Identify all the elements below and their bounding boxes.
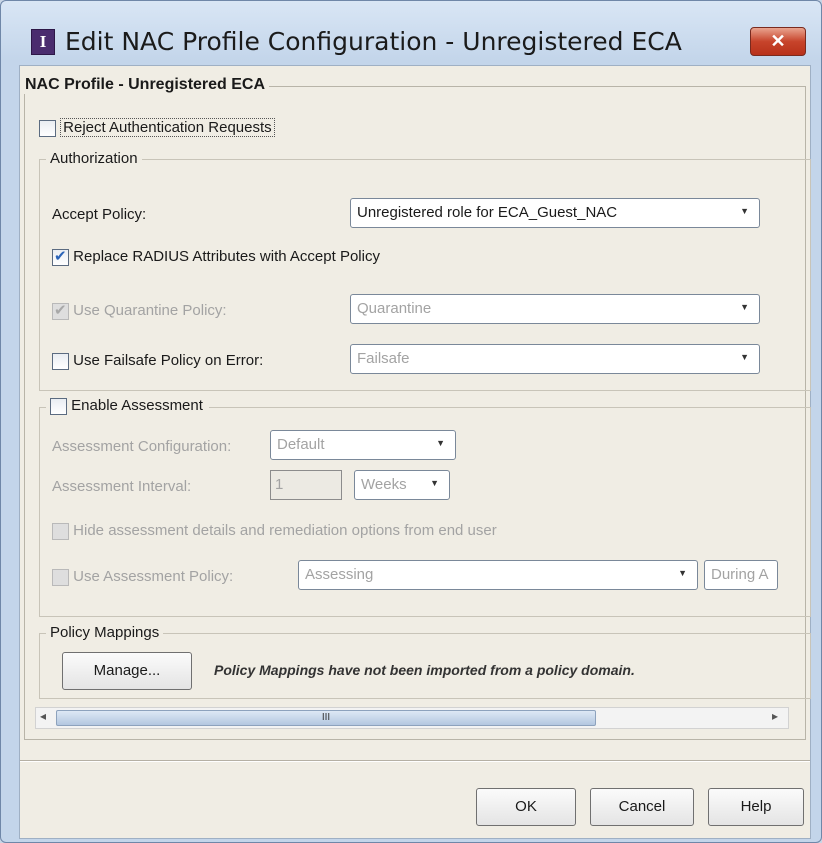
chevron-down-icon: ▼ (740, 302, 749, 312)
scroll-right-icon[interactable]: ▸ (772, 709, 778, 723)
assessment-policy-timing-select[interactable]: During A (704, 560, 778, 590)
assessment-policy-select[interactable]: Assessing ▼ (298, 560, 698, 590)
nac-profile-legend: NAC Profile - Unregistered ECA (21, 76, 270, 94)
chevron-down-icon: ▼ (678, 568, 687, 578)
failsafe-checkbox[interactable] (52, 352, 69, 370)
assessment-policy-timing-value: During A (711, 566, 769, 583)
reject-checkbox[interactable] (39, 119, 56, 137)
policy-mappings-note: Policy Mappings have not been imported f… (214, 662, 635, 678)
enable-assessment-row[interactable]: Enable Assessment (46, 397, 209, 415)
policy-mappings-group: Policy Mappings Manage... Policy Mapping… (39, 624, 811, 699)
policy-mappings-legend: Policy Mappings (46, 624, 164, 641)
cancel-button[interactable]: Cancel (590, 788, 694, 826)
help-button[interactable]: Help (708, 788, 804, 826)
assessment-config-select[interactable]: Default ▼ (270, 430, 456, 460)
dialog-body: NAC Profile - Unregistered ECA Reject Au… (19, 65, 811, 839)
footer-divider (20, 760, 810, 762)
scroll-grip-icon: III (321, 712, 331, 723)
app-icon: I (31, 29, 55, 55)
assessment-policy-label: Use Assessment Policy: (73, 568, 234, 585)
chevron-down-icon: ▼ (436, 438, 445, 448)
failsafe-select[interactable]: Failsafe ▼ (350, 344, 760, 374)
hide-details-checkbox[interactable] (52, 522, 69, 540)
horizontal-scrollbar[interactable]: ◂ III ▸ (35, 707, 789, 729)
failsafe-value: Failsafe (357, 350, 410, 367)
quarantine-row[interactable]: Use Quarantine Policy: (52, 301, 227, 320)
assessment-interval-label: Assessment Interval: (52, 478, 192, 495)
replace-radius-label: Replace RADIUS Attributes with Accept Po… (73, 248, 380, 265)
accept-policy-value: Unregistered role for ECA_Guest_NAC (357, 204, 618, 221)
nac-profile-group: NAC Profile - Unregistered ECA Reject Au… (21, 76, 811, 740)
scroll-thumb[interactable]: III (56, 710, 596, 726)
reject-row[interactable]: Reject Authentication Requests (39, 118, 275, 137)
assessment-config-value: Default (277, 436, 325, 453)
quarantine-select[interactable]: Quarantine ▼ (350, 294, 760, 324)
accept-policy-select[interactable]: Unregistered role for ECA_Guest_NAC ▼ (350, 198, 760, 228)
manage-button[interactable]: Manage... (62, 652, 192, 690)
window-title: Edit NAC Profile Configuration - Unregis… (65, 27, 682, 56)
assessment-interval-input[interactable]: 1 (270, 470, 342, 500)
scroll-left-icon[interactable]: ◂ (40, 709, 46, 723)
quarantine-label: Use Quarantine Policy: (73, 302, 227, 319)
quarantine-value: Quarantine (357, 300, 432, 317)
close-button[interactable]: ✕ (750, 27, 806, 56)
assessment-interval-unit-value: Weeks (361, 476, 407, 493)
ok-button[interactable]: OK (476, 788, 576, 826)
chevron-down-icon: ▼ (740, 206, 749, 216)
assessment-config-label: Assessment Configuration: (52, 438, 232, 455)
chevron-down-icon: ▼ (430, 478, 439, 488)
accept-policy-label: Accept Policy: (52, 206, 147, 223)
assessment-interval-value: 1 (275, 476, 284, 493)
hide-details-label: Hide assessment details and remediation … (73, 522, 497, 539)
chevron-down-icon: ▼ (740, 352, 749, 362)
assessment-policy-value: Assessing (305, 566, 374, 583)
quarantine-checkbox[interactable] (52, 301, 69, 320)
authorization-group: Authorization Accept Policy: Unregistere… (39, 150, 811, 391)
failsafe-row[interactable]: Use Failsafe Policy on Error: (52, 352, 263, 370)
assessment-group: Enable Assessment Assessment Configurati… (39, 397, 811, 617)
replace-radius-checkbox[interactable] (52, 247, 69, 266)
assessment-interval-unit-select[interactable]: Weeks ▼ (354, 470, 450, 500)
assessment-policy-checkbox[interactable] (52, 568, 69, 586)
title-bar[interactable]: I Edit NAC Profile Configuration - Unreg… (1, 1, 821, 61)
reject-label: Reject Authentication Requests (60, 118, 275, 137)
replace-radius-row[interactable]: Replace RADIUS Attributes with Accept Po… (52, 247, 380, 266)
failsafe-label: Use Failsafe Policy on Error: (73, 352, 264, 369)
dialog-window: I Edit NAC Profile Configuration - Unreg… (0, 0, 822, 843)
hide-details-row[interactable]: Hide assessment details and remediation … (52, 522, 497, 540)
enable-assessment-label: Enable Assessment (71, 397, 203, 414)
enable-assessment-checkbox[interactable] (50, 397, 67, 415)
assessment-policy-row[interactable]: Use Assessment Policy: (52, 568, 233, 586)
authorization-legend: Authorization (46, 150, 142, 167)
